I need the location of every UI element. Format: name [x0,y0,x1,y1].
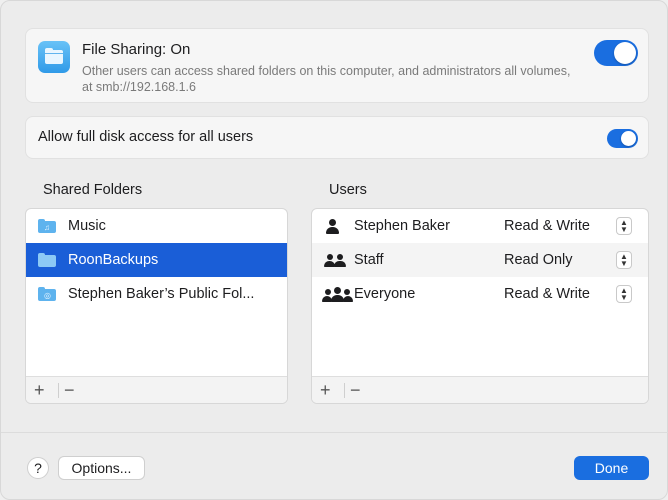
help-button[interactable]: ? [27,457,49,479]
folder-name: Stephen Baker’s Public Fol... [68,286,255,302]
folder-name: Music [68,218,106,234]
disk-access-card: Allow full disk access for all users [25,116,649,159]
file-sharing-description: Other users can access shared folders on… [82,64,571,94]
add-user-button[interactable]: + [320,380,331,400]
permission-label[interactable]: Read & Write [504,218,590,234]
add-folder-button[interactable]: + [34,380,45,400]
remove-folder-button[interactable]: − [64,380,75,400]
disk-access-toggle[interactable] [607,129,638,148]
file-sharing-toggle[interactable] [594,40,638,66]
permission-label[interactable]: Read Only [504,252,573,268]
user-row-staff[interactable]: Staff Read Only ▲ ▼ [312,243,648,277]
users-list: Stephen Baker Read & Write ▲ ▼ Staff Read… [311,208,649,404]
folder-icon [38,253,56,267]
users-list-footer: + − [312,376,648,403]
file-sharing-sheet: File Sharing: On Other users can access … [0,0,668,500]
users-heading: Users [329,182,367,198]
folder-row-roonbackups[interactable]: RoonBackups [26,243,287,277]
folder-row-public[interactable]: ◎ Stephen Baker’s Public Fol... [26,277,287,311]
shared-folder-icon [38,41,70,73]
public-folder-icon: ◎ [38,287,56,301]
permission-stepper-icon[interactable]: ▲ ▼ [616,251,632,269]
file-sharing-card: File Sharing: On Other users can access … [25,28,649,103]
folder-name: RoonBackups [68,252,159,268]
user-name: Everyone [354,286,416,302]
user-name: Staff [354,252,384,268]
done-button[interactable]: Done [574,456,649,480]
person-icon [324,219,352,235]
permission-stepper-icon[interactable]: ▲ ▼ [616,217,632,235]
user-row-stephen-baker[interactable]: Stephen Baker Read & Write ▲ ▼ [312,209,648,243]
user-name: Stephen Baker [354,218,450,234]
options-button[interactable]: Options... [58,456,145,480]
permission-stepper-icon[interactable]: ▲ ▼ [616,285,632,303]
group-icon [324,253,352,269]
folder-row-music[interactable]: ♫ Music [26,209,287,243]
permission-label[interactable]: Read & Write [504,286,590,302]
shared-folders-list: ♫ Music RoonBackups ◎ Stephen Baker’s Pu… [25,208,288,404]
folders-list-footer: + − [26,376,287,403]
user-row-everyone[interactable]: Everyone Read & Write ▲ ▼ [312,277,648,311]
shared-folders-heading: Shared Folders [43,182,143,198]
music-folder-icon: ♫ [38,219,56,233]
footer-divider [1,432,668,433]
everyone-icon [322,287,353,303]
file-sharing-title: File Sharing: On [82,41,191,58]
remove-user-button[interactable]: − [350,380,361,400]
disk-access-label: Allow full disk access for all users [38,129,254,145]
